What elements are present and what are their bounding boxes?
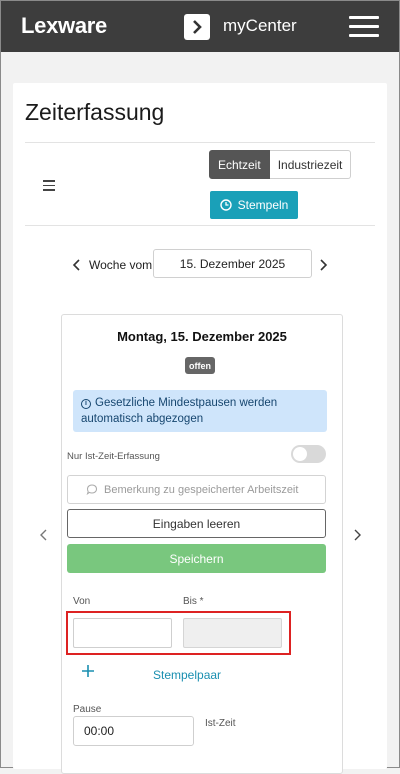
chevron-right-icon[interactable] xyxy=(352,528,362,547)
chevron-right-icon[interactable] xyxy=(318,258,328,276)
comment-icon xyxy=(86,484,98,495)
chevron-left-icon[interactable] xyxy=(39,528,49,547)
ist-zeit-toggle[interactable] xyxy=(291,445,326,463)
info-icon: i xyxy=(81,399,91,409)
plus-icon[interactable] xyxy=(81,661,95,684)
day-title: Montag, 15. Dezember 2025 xyxy=(117,329,287,344)
pause-label: Pause xyxy=(73,704,102,715)
app-logo[interactable]: Lexware xyxy=(21,13,107,39)
tab-industriezeit[interactable]: Industriezeit xyxy=(269,150,352,179)
toggle-label: Nur Ist-Zeit-Erfassung xyxy=(67,451,160,462)
time-tracking-card: Zeiterfassung Echtzeit Industriezeit Ste… xyxy=(13,83,387,774)
menu-icon[interactable] xyxy=(349,16,379,38)
info-text: Gesetzliche Mindestpausen werden automat… xyxy=(81,397,278,425)
tab-echtzeit[interactable]: Echtzeit xyxy=(209,150,270,179)
info-alert: i Gesetzliche Mindestpausen werden automa… xyxy=(73,390,327,432)
to-time-input xyxy=(183,618,282,648)
clear-inputs-button[interactable]: Eingaben leeren xyxy=(67,509,326,538)
stamp-button[interactable]: Stempeln xyxy=(210,191,298,219)
mode-toggle: Echtzeit Industriezeit xyxy=(209,150,352,179)
remark-input[interactable]: Bemerkung zu gespeicherter Arbeitszeit xyxy=(67,475,326,504)
page-title: Zeiterfassung xyxy=(25,99,165,125)
top-bar: Lexware myCenter xyxy=(1,1,399,52)
list-menu-icon[interactable] xyxy=(43,180,55,194)
stamp-button-label: Stempeln xyxy=(237,198,289,212)
status-badge: offen xyxy=(185,357,215,374)
divider xyxy=(25,142,375,143)
remark-placeholder: Bemerkung zu gespeicherter Arbeitszeit xyxy=(104,483,299,496)
save-button[interactable]: Speichern xyxy=(67,544,326,573)
day-card: Montag, 15. Dezember 2025 offen i Gesetzl… xyxy=(61,314,343,774)
pause-input[interactable]: 00:00 xyxy=(73,716,194,746)
center-title[interactable]: myCenter xyxy=(223,16,297,36)
divider xyxy=(25,225,375,226)
from-label: Von xyxy=(73,596,91,607)
to-label: Bis * xyxy=(183,596,204,607)
week-date-input[interactable]: 15. Dezember 2025 xyxy=(153,249,312,278)
ist-zeit-label: Ist-Zeit xyxy=(205,718,236,729)
clock-icon xyxy=(219,199,232,211)
from-time-input[interactable] xyxy=(73,618,172,648)
add-stamp-pair-link[interactable]: Stempelpaar xyxy=(153,668,221,682)
chevron-right-icon[interactable] xyxy=(184,14,210,40)
chevron-left-icon[interactable] xyxy=(72,258,82,276)
week-label: Woche vom xyxy=(89,258,153,272)
